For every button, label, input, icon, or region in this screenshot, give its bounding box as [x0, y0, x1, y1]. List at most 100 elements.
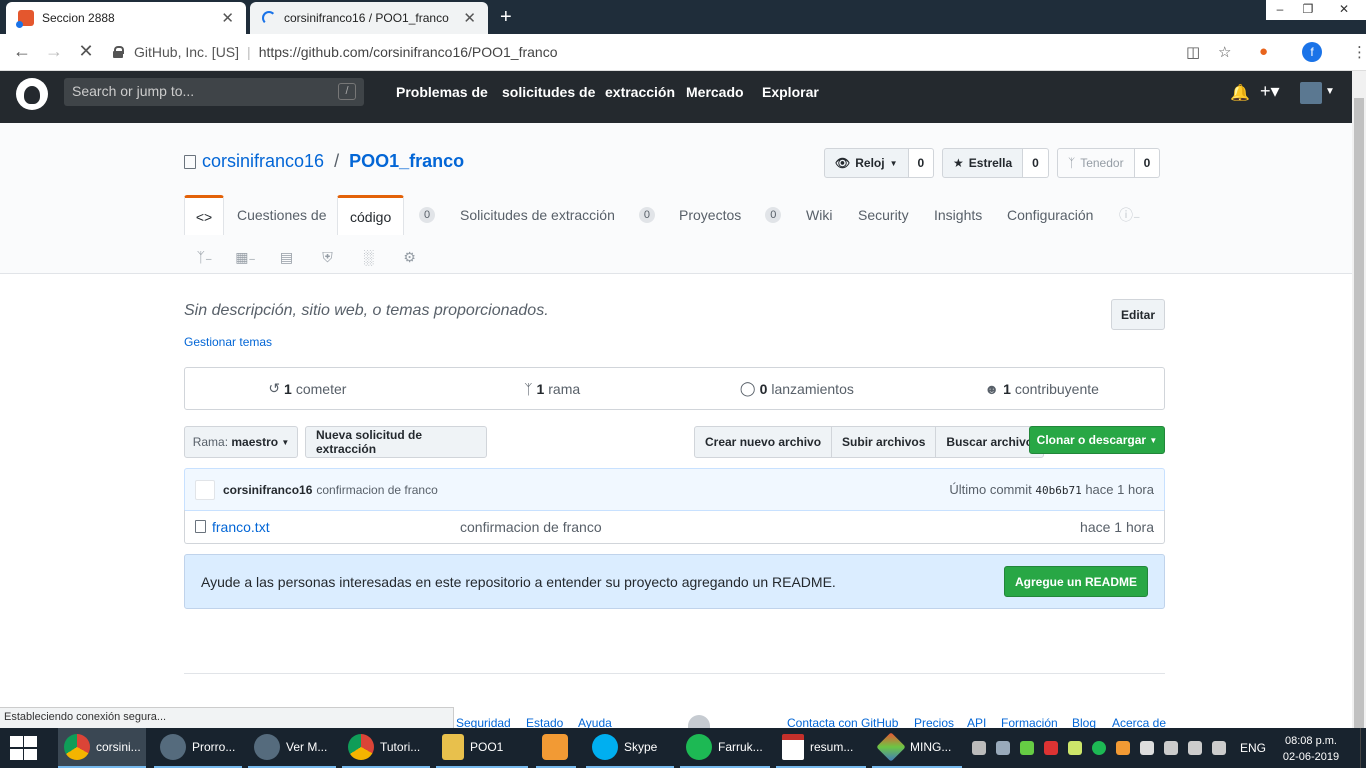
language-indicator[interactable]: ENG — [1240, 741, 1266, 755]
tab-projects[interactable]: Proyectos 0 — [679, 195, 782, 235]
taskbar-browser-2[interactable]: Prorro... — [154, 728, 242, 768]
restore-button[interactable]: ❐ — [1294, 0, 1322, 20]
bell-icon[interactable]: 🔔 — [1230, 83, 1250, 103]
forward-arrow-icon[interactable]: → — [42, 41, 66, 62]
tab-code-symbol[interactable]: <> — [184, 195, 224, 235]
tray-app-icon[interactable] — [1068, 741, 1082, 755]
pull-request-icon[interactable]: ᛉ₋ — [184, 249, 225, 266]
commits-summary[interactable]: ↺ 1 cometer — [185, 368, 430, 409]
browser-tab-github[interactable]: corsinifranco16 / POO1_franco ✕ — [250, 2, 488, 34]
manage-topics-link[interactable]: Gestionar temas — [184, 335, 272, 349]
new-tab-icon[interactable]: + — [500, 6, 512, 29]
dropbox-icon[interactable] — [996, 741, 1010, 755]
profile-avatar-icon[interactable]: f — [1302, 42, 1322, 62]
flag-icon[interactable] — [1188, 741, 1202, 755]
antivirus-icon[interactable] — [1044, 741, 1058, 755]
extension-icon[interactable]: ● — [1259, 43, 1268, 60]
github-logo-icon[interactable] — [16, 78, 48, 110]
stop-loading-icon[interactable]: ✕ — [74, 41, 98, 62]
taskbar-media-player[interactable] — [536, 728, 576, 768]
clock[interactable]: 08:08 p.m. 02-06-2019 — [1280, 733, 1342, 765]
tab-insights[interactable]: Insights — [934, 195, 982, 235]
tab-issues[interactable]: Cuestiones de — [237, 195, 327, 235]
commit-sha-link[interactable]: 40b6b71 — [1035, 484, 1081, 497]
graph-icon[interactable]: ░ — [348, 249, 389, 266]
watch-count[interactable]: 0 — [908, 148, 935, 178]
footer-link-about[interactable]: Acerca de — [1112, 716, 1166, 728]
branch-select-button[interactable]: Rama: maestro ▼ — [184, 426, 298, 458]
plus-dropdown-icon[interactable]: +▾ — [1260, 81, 1280, 102]
find-file-button[interactable]: Buscar archivo — [935, 426, 1045, 458]
taskbar-chrome-2[interactable]: Tutori... — [342, 728, 430, 768]
footer-link-status[interactable]: Estado — [526, 716, 563, 728]
avatar[interactable] — [1300, 82, 1322, 104]
footer-link-pricing[interactable]: Precios — [914, 716, 954, 728]
clone-download-button[interactable]: Clonar o descargar ▼ — [1029, 426, 1165, 454]
project-icon[interactable]: ▦₋ — [225, 249, 266, 266]
repo-owner-link[interactable]: corsinifranco16 — [202, 151, 324, 172]
address-bar[interactable]: GitHub, Inc. [US] | https://github.com/c… — [112, 40, 1252, 64]
taskbar-pdf[interactable]: resum... — [776, 728, 866, 768]
close-window-button[interactable]: ✕ — [1322, 0, 1366, 20]
close-tab-icon[interactable]: ✕ — [463, 9, 476, 27]
spotify-tray-icon[interactable] — [1092, 741, 1106, 755]
translate-icon[interactable]: ◫ — [1186, 43, 1200, 61]
tab-settings[interactable]: Configuración — [1007, 195, 1093, 235]
taskbar-folder[interactable]: POO1 — [436, 728, 528, 768]
fork-count[interactable]: 0 — [1134, 148, 1161, 178]
avatar[interactable] — [195, 479, 215, 500]
network-icon[interactable] — [1164, 741, 1178, 755]
contributors-summary[interactable]: ☻ 1 contribuyente — [919, 368, 1164, 409]
upload-files-button[interactable]: Subir archivos — [831, 426, 937, 458]
tab-wiki[interactable]: Wiki — [806, 195, 832, 235]
scrollbar-thumb[interactable] — [1354, 98, 1364, 730]
edit-button[interactable]: Editar — [1111, 299, 1165, 330]
commit-author-link[interactable]: corsinifranco16 — [223, 483, 312, 497]
tab-security[interactable]: Security — [858, 195, 909, 235]
taskbar-spotify[interactable]: Farruk... — [680, 728, 770, 768]
repo-name-link[interactable]: POO1_franco — [349, 151, 464, 172]
star-count[interactable]: 0 — [1023, 148, 1049, 178]
bookmark-star-icon[interactable]: ☆ — [1218, 43, 1231, 61]
taskbar-browser-3[interactable]: Ver M... — [248, 728, 336, 768]
fork-button[interactable]: ᛉ Tenedor — [1057, 148, 1135, 178]
tab-issues-icon[interactable]: ⓘ₋ — [1119, 195, 1140, 235]
browser-tab-seccion[interactable]: Seccion 2888 ✕ — [6, 2, 246, 34]
page-scrollbar[interactable] — [1352, 71, 1366, 730]
display-icon[interactable] — [1212, 741, 1226, 755]
search-input[interactable]: Search or jump to... / — [64, 78, 364, 106]
add-readme-button[interactable]: Agregue un README — [1003, 566, 1148, 597]
windows-start-icon[interactable] — [8, 736, 38, 760]
nav-pulls[interactable]: solicitudes de — [502, 84, 595, 100]
browser-menu-icon[interactable]: ⋮ — [1352, 43, 1366, 61]
back-arrow-icon[interactable]: ← — [10, 41, 34, 62]
file-name-link[interactable]: franco.txt — [212, 519, 460, 535]
watch-button[interactable]: 👁 Reloj ▼ — [824, 148, 909, 178]
tray-app-icon[interactable] — [1020, 741, 1034, 755]
volume-icon[interactable] — [972, 741, 986, 755]
file-commit-message-link[interactable]: confirmacion de franco — [460, 519, 602, 535]
footer-link-security[interactable]: Seguridad — [456, 716, 511, 728]
taskbar-chrome-github[interactable]: corsini... — [58, 728, 146, 768]
show-desktop-button[interactable] — [1360, 728, 1366, 768]
footer-link-api[interactable]: API — [967, 716, 986, 728]
nav-explore[interactable]: Explorar — [762, 84, 819, 100]
tray-app-icon[interactable] — [1116, 741, 1130, 755]
releases-summary[interactable]: ◯ 0 lanzamientos — [675, 368, 920, 409]
star-button[interactable]: ★ Estrella — [942, 148, 1024, 178]
shield-icon[interactable]: ⛨ — [307, 249, 348, 266]
branches-summary[interactable]: ᛉ 1 rama — [430, 368, 675, 409]
create-file-button[interactable]: Crear nuevo archivo — [694, 426, 833, 458]
gear-icon[interactable]: ⚙ — [389, 249, 430, 266]
battery-icon[interactable] — [1140, 741, 1154, 755]
wiki-book-icon[interactable]: ▤ — [266, 249, 307, 266]
taskbar-git-terminal[interactable]: MING... — [872, 728, 962, 768]
taskbar-skype[interactable]: Skype — [586, 728, 674, 768]
chevron-down-icon[interactable]: ▼ — [1325, 86, 1335, 97]
nav-pulls-cont[interactable]: extracción — [605, 84, 675, 100]
footer-link-training[interactable]: Formación — [1001, 716, 1058, 728]
new-pull-request-button[interactable]: Nueva solicitud de extracción — [305, 426, 487, 458]
footer-link-blog[interactable]: Blog — [1072, 716, 1096, 728]
minimize-button[interactable]: – — [1266, 0, 1294, 20]
nav-issues[interactable]: Problemas de — [396, 84, 488, 100]
